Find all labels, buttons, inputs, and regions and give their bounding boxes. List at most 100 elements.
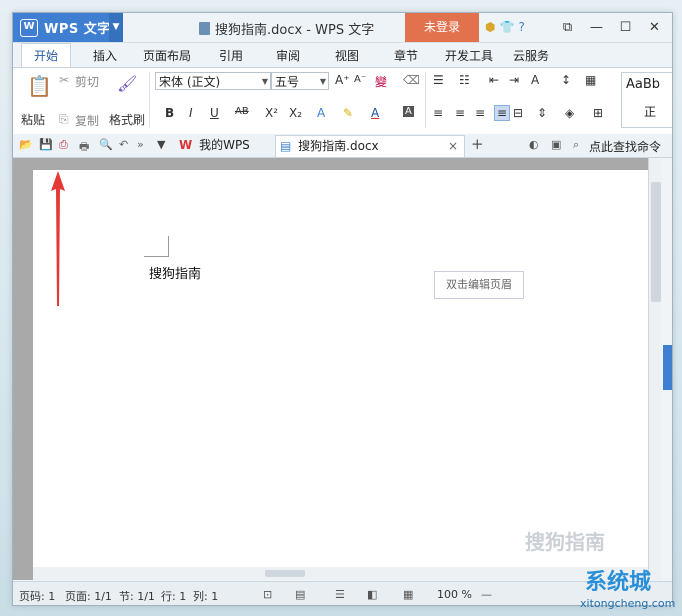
pinyin-icon[interactable]: 變 (375, 73, 387, 90)
grow-font-icon[interactable]: A⁺ (335, 73, 350, 87)
divider (425, 72, 426, 128)
align-center-icon[interactable]: ≡ (455, 106, 465, 120)
help-icon[interactable]: ? (518, 20, 524, 34)
decrease-indent-icon[interactable]: ⇤ (489, 73, 499, 87)
cut-button[interactable]: 剪切 (75, 73, 99, 90)
skin-icon[interactable]: 👕 (499, 20, 514, 34)
bold-icon[interactable]: B (165, 106, 174, 120)
scrollbar-thumb[interactable] (651, 182, 661, 302)
font-select[interactable]: 宋体 (正文) ▼ (155, 72, 271, 90)
close-icon[interactable]: ✕ (640, 13, 669, 42)
highlight-icon[interactable]: ✎ (343, 106, 353, 120)
numbering-icon[interactable]: ☷ (459, 73, 470, 87)
margin-corner-mark (144, 236, 169, 257)
side-panel-toggle[interactable] (663, 345, 672, 390)
scissors-icon[interactable]: ✂ (59, 73, 69, 87)
document-page[interactable]: 搜狗指南 双击编辑页眉 (33, 170, 648, 580)
format-painter-button[interactable]: 格式刷 (109, 111, 145, 128)
outline-view-icon[interactable]: ☰ (335, 588, 345, 601)
strikethrough-icon[interactable]: AB (235, 106, 249, 117)
distribute-icon[interactable]: ⊟ (513, 106, 523, 120)
tab-cloud[interactable]: 云服务 (513, 47, 549, 64)
print-preview-icon[interactable]: 🔍 (99, 138, 113, 151)
italic-icon[interactable]: I (189, 106, 193, 120)
justify-icon[interactable]: ≡ (494, 105, 511, 121)
search-icon[interactable]: ⌕ (573, 138, 579, 152)
char-shading-icon[interactable]: A (403, 106, 414, 117)
paste-icon[interactable]: 📋 (27, 74, 52, 98)
copy-icon[interactable]: ⎘ (59, 112, 69, 127)
tab-view[interactable]: 视图 (335, 47, 359, 64)
watermark-brand: 搜狗指南 (525, 530, 605, 554)
open-folder-icon[interactable]: 📂 (19, 138, 33, 151)
app-name: WPS 文字 (44, 22, 111, 37)
tab-chapter[interactable]: 章节 (394, 47, 418, 64)
close-icon[interactable]: × (448, 136, 458, 157)
login-button[interactable]: 未登录 (405, 13, 479, 42)
shrink-font-icon[interactable]: A⁻ (354, 74, 366, 85)
tab-home[interactable]: 开始 (21, 43, 72, 68)
font-size-select[interactable]: 五号 ▼ (271, 72, 329, 90)
page-view-icon[interactable]: ▤ (295, 588, 305, 601)
sort-icon[interactable]: ↕ (561, 73, 571, 87)
tab-insert[interactable]: 插入 (93, 47, 117, 64)
superscript-icon[interactable]: X² (265, 106, 278, 120)
tab-developer[interactable]: 开发工具 (445, 47, 493, 64)
chinese-layout-icon[interactable]: A (531, 73, 539, 87)
minimize-icon[interactable]: — (582, 13, 611, 42)
export-pdf-icon[interactable]: ⎙ (59, 138, 68, 152)
format-painter-icon[interactable]: 🖌 (117, 74, 137, 93)
maximize-icon[interactable]: ☐ (611, 13, 640, 42)
status-bar: 页码: 1 页面: 1/1 节: 1/1 行: 1 列: 1 ⊡ ▤ ☰ ◧ ▦… (13, 581, 672, 605)
shading-icon[interactable]: ◈ (565, 106, 574, 120)
paste-button[interactable]: 粘贴 (21, 111, 45, 128)
command-search[interactable]: 点此查找命令 (589, 138, 661, 155)
reading-view-icon[interactable]: ▦ (403, 588, 413, 601)
comment-icon[interactable]: ▣ (551, 138, 561, 151)
scrollbar-thumb[interactable] (265, 570, 305, 577)
tab-my-wps[interactable]: W 我的WPS × (177, 135, 273, 173)
fit-page-icon[interactable]: ⊡ (263, 588, 272, 601)
zoom-level[interactable]: 100 % (437, 588, 472, 601)
chevron-down-icon[interactable]: ▼ (157, 138, 165, 151)
zoom-out-icon[interactable]: — (481, 588, 492, 601)
tab-review[interactable]: 审阅 (276, 47, 300, 64)
app-menu-button[interactable]: W WPS 文字 ▼ (13, 13, 123, 42)
copy-button[interactable]: 复制 (75, 112, 99, 129)
new-tab-icon[interactable]: + (471, 135, 484, 153)
tab-page-layout[interactable]: 页面布局 (143, 47, 191, 64)
border-icon[interactable]: ⊞ (593, 106, 603, 120)
vertical-scrollbar[interactable] (648, 158, 663, 580)
clear-format-icon[interactable]: ⌫ (403, 73, 420, 87)
undo-icon[interactable]: ↶ (119, 138, 128, 151)
align-right-icon[interactable]: ≡ (475, 106, 485, 120)
chevron-down-icon[interactable]: ▼ (109, 13, 123, 42)
align-left-icon[interactable]: ≡ (433, 106, 443, 120)
bullets-icon[interactable]: ☰ (433, 73, 444, 87)
web-view-icon[interactable]: ◧ (367, 588, 377, 601)
print-icon[interactable]: 🖶 (79, 138, 89, 157)
ribbon: 📋 粘贴 ✂ 剪切 ⎘ 复制 🖌 格式刷 宋体 (正文) ▼ 五号 ▼ A⁺ A⁻ … (13, 67, 672, 135)
text-effect-icon[interactable]: A (317, 106, 325, 120)
edit-header-hint[interactable]: 双击编辑页眉 (434, 271, 524, 299)
style-gallery[interactable]: AaBb 正 (621, 72, 672, 128)
increase-indent-icon[interactable]: ⇥ (509, 73, 519, 87)
font-size-value: 五号 (275, 75, 300, 89)
line-spacing-icon[interactable]: ⇕ (537, 106, 547, 120)
window-title-text: 搜狗指南.docx - WPS 文字 (215, 23, 375, 38)
tab-references[interactable]: 引用 (219, 47, 243, 64)
underline-icon[interactable]: U (210, 106, 219, 120)
subscript-icon[interactable]: X₂ (289, 106, 302, 120)
cloud-sync-icon[interactable]: ◐ (529, 138, 539, 151)
font-value: 宋体 (正文) (159, 75, 221, 89)
horizontal-scrollbar[interactable] (33, 567, 648, 580)
more-icon[interactable]: » (137, 138, 144, 151)
restore-icon[interactable]: ⧉ (553, 13, 582, 42)
font-color-icon[interactable]: A (371, 106, 379, 120)
table-icon[interactable]: ▦ (585, 73, 596, 87)
document-text[interactable]: 搜狗指南 (149, 263, 201, 282)
tab-current-document[interactable]: ▤ 搜狗指南.docx × (275, 135, 465, 157)
document-icon: ▤ (280, 139, 292, 153)
shield-icon[interactable]: ⬢ (485, 20, 495, 34)
save-icon[interactable]: 💾 (39, 138, 53, 151)
